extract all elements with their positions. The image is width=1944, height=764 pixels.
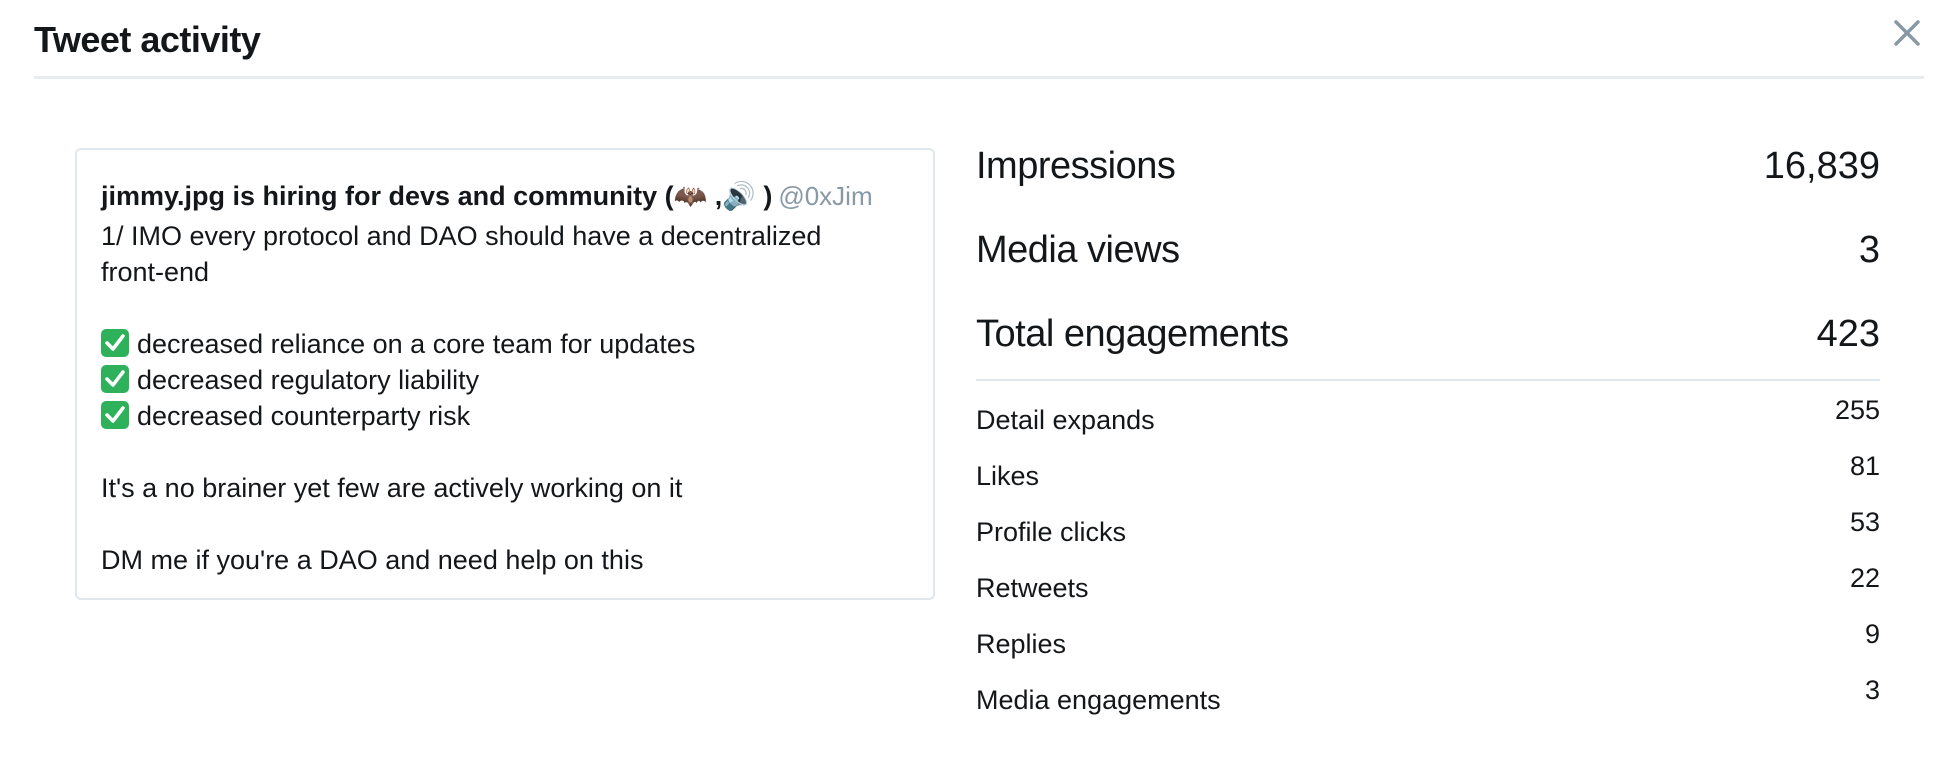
stat-value: 53 (1849, 507, 1880, 537)
tweet-line: decreased regulatory liability (101, 362, 911, 398)
stat-value: 255 (1834, 395, 1880, 425)
stat-profile-clicks: Profile clicks 53 (976, 493, 1880, 549)
stat-label: Detail expands (976, 405, 1155, 435)
tweet-header: jimmy.jpg is hiring for devs and communi… (101, 178, 873, 214)
tweet-text: 1/ IMO every protocol and DAO should hav… (101, 218, 911, 578)
check-mark-button-icon (101, 329, 129, 357)
tweet-line: DM me if you're a DAO and need help on t… (101, 545, 644, 575)
modal-title: Tweet activity (34, 19, 261, 60)
stat-label: Replies (976, 629, 1067, 659)
stat-value: 3 (1858, 229, 1880, 271)
close-icon (1894, 20, 1920, 46)
tweet-card: jimmy.jpg is hiring for devs and communi… (75, 148, 935, 600)
tweet-line: It's a no brainer yet few are actively w… (101, 473, 683, 503)
tweet-stats-panel: Impressions 16,839 Media views 3 Total e… (976, 140, 1880, 717)
stat-value: 16,839 (1763, 145, 1880, 187)
stat-retweets: Retweets 22 (976, 549, 1880, 605)
stat-likes: Likes 81 (976, 437, 1880, 493)
tweet-line: decreased counterparty risk (101, 398, 911, 434)
tweet-line-text: decreased regulatory liability (137, 365, 480, 395)
stat-total-engagements: Total engagements 423 (976, 308, 1880, 392)
stat-label: Impressions (976, 145, 1176, 187)
stat-detail-expands: Detail expands 255 (976, 381, 1880, 437)
tweet-line-text: decreased counterparty risk (137, 401, 471, 431)
stat-value: 81 (1849, 451, 1880, 481)
stat-label: Media views (976, 229, 1180, 271)
check-mark-button-icon (101, 401, 129, 429)
stat-label: Media engagements (976, 685, 1221, 715)
stat-impressions: Impressions 16,839 (976, 140, 1880, 224)
stat-media-views: Media views 3 (976, 224, 1880, 308)
stat-label: Retweets (976, 573, 1089, 603)
stat-value: 3 (1864, 675, 1880, 705)
stat-label: Likes (976, 461, 1040, 491)
modal-header: Tweet activity (34, 0, 1924, 79)
tweet-author-name[interactable]: jimmy.jpg is hiring for devs and communi… (101, 181, 772, 211)
close-button[interactable] (1890, 16, 1924, 50)
stat-replies: Replies 9 (976, 605, 1880, 661)
check-mark-button-icon (101, 365, 129, 393)
tweet-author-handle[interactable]: @0xJim (778, 181, 872, 211)
stat-value: 9 (1864, 619, 1880, 649)
tweet-line-text: decreased reliance on a core team for up… (137, 329, 696, 359)
stat-media-engagements: Media engagements 3 (976, 661, 1880, 717)
stat-value: 423 (1816, 313, 1880, 355)
stat-label: Total engagements (976, 313, 1289, 355)
stat-value: 22 (1849, 563, 1880, 593)
stat-label: Profile clicks (976, 517, 1127, 547)
tweet-line: 1/ IMO every protocol and DAO should hav… (101, 221, 822, 251)
tweet-line: decreased reliance on a core team for up… (101, 326, 911, 362)
tweet-line: front-end (101, 257, 210, 287)
